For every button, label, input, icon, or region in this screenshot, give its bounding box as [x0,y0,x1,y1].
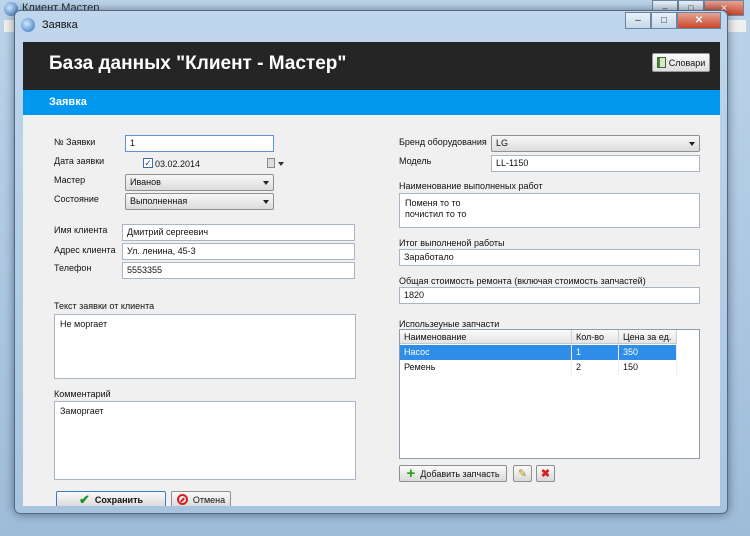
client-address-field[interactable]: Ул. ленина, 45-3 [122,243,355,260]
client-address-label: Адрес клиента [54,245,116,255]
works-label: Наименование выполненых работ [399,181,543,191]
column-header-price[interactable]: Цена за ед. [619,330,677,343]
parts-label: Использеуные запчасти [399,319,500,329]
result-label: Итог выполненой работы [399,238,505,248]
master-label: Мастер [54,175,86,185]
table-row[interactable]: Насос 1 350 [400,345,677,360]
close-icon[interactable]: ✕ [677,12,721,29]
comment-label: Комментарий [54,389,111,399]
table-cell-name: Насос [400,345,572,360]
edit-part-button[interactable]: ✎ [513,465,532,482]
model-field[interactable]: LL-1150 [491,155,700,172]
maximize-icon[interactable]: □ [651,12,677,29]
table-cell-qty: 1 [572,345,619,360]
chevron-down-icon [689,142,695,146]
delete-part-button[interactable]: ✖ [536,465,555,482]
cancel-button-label: Отмена [192,494,226,505]
table-cell-price: 350 [619,345,677,360]
save-button[interactable]: ✔ Сохранить [56,491,166,506]
date-label: Дата заявки [54,156,105,166]
dialog-client-area: База данных "Клиент - Мастер" Словари За… [23,42,720,506]
section-title: Заявка [49,96,87,108]
parts-table-header: Наименование Кол-во Цена за ед. [400,330,677,344]
column-header-name[interactable]: Наименование [400,330,572,343]
status-select-value: Выполненная [130,196,188,206]
cost-label: Общая стоимость ремонта (включая стоимос… [399,276,646,286]
works-field[interactable]: Поменя то то почистил то то [399,193,700,228]
brand-label: Бренд оборудования [399,137,487,147]
dictionaries-button[interactable]: Словари [652,53,710,72]
add-part-button[interactable]: + Добавить запчасть [399,465,507,482]
brand-select-value: LG [496,138,509,148]
order-no-field[interactable]: 1 [125,135,274,152]
phone-field[interactable]: 5553355 [122,262,355,279]
request-text-label: Текст заявки от клиента [54,301,155,311]
parts-table[interactable]: Наименование Кол-во Цена за ед. Насос 1 … [399,329,700,459]
checkmark-icon: ✔ [78,491,90,506]
client-name-field[interactable]: Дмитрий сергеевич [122,224,355,241]
date-value[interactable]: 03.02.2014 [155,159,200,169]
delete-icon: ✖ [540,468,551,480]
brand-select[interactable]: LG [491,135,700,152]
comment-field[interactable]: Заморгает [54,401,356,480]
client-name-label: Имя клиента [54,225,108,235]
table-cell-price: 150 [619,360,677,375]
date-checkbox[interactable]: ✓ [143,158,153,168]
dialog-window-controls: – □ ✕ [625,12,721,29]
cost-field[interactable]: 1820 [399,287,700,304]
chevron-down-icon [263,200,269,204]
dialog-title: Заявка [42,19,78,31]
column-header-qty[interactable]: Кол-во [572,330,619,343]
table-row[interactable]: Ремень 2 150 [400,360,677,375]
plus-icon: + [406,464,416,482]
pencil-icon: ✎ [517,468,528,480]
master-select-value: Иванов [130,177,161,187]
cancel-icon [176,494,188,505]
chevron-down-icon[interactable] [278,162,284,166]
master-select[interactable]: Иванов [125,174,274,191]
dialog-app-icon [21,18,35,32]
status-select[interactable]: Выполненная [125,193,274,210]
minimize-icon[interactable]: – [625,12,651,29]
request-text-field[interactable]: Не моргает [54,314,356,379]
table-cell-qty: 2 [572,360,619,375]
add-part-button-label: Добавить запчасть [420,468,500,479]
dictionaries-button-label: Словари [668,57,706,68]
chevron-down-icon [263,181,269,185]
phone-label: Телефон [54,263,92,273]
save-button-label: Сохранить [94,494,144,505]
header-band: База данных "Клиент - Мастер" Словари [23,42,720,90]
cancel-button[interactable]: Отмена [171,491,231,506]
app-heading: База данных "Клиент - Мастер" [49,53,347,74]
result-field[interactable]: Заработало [399,249,700,266]
calendar-icon[interactable] [267,158,275,168]
order-dialog: Заявка – □ ✕ База данных "Клиент - Масте… [14,10,728,514]
book-icon [656,57,666,68]
status-label: Состояние [54,194,99,204]
section-band: Заявка [23,90,720,115]
table-cell-name: Ремень [400,360,572,375]
model-label: Модель [399,156,432,166]
order-no-label: № Заявки [54,137,96,147]
